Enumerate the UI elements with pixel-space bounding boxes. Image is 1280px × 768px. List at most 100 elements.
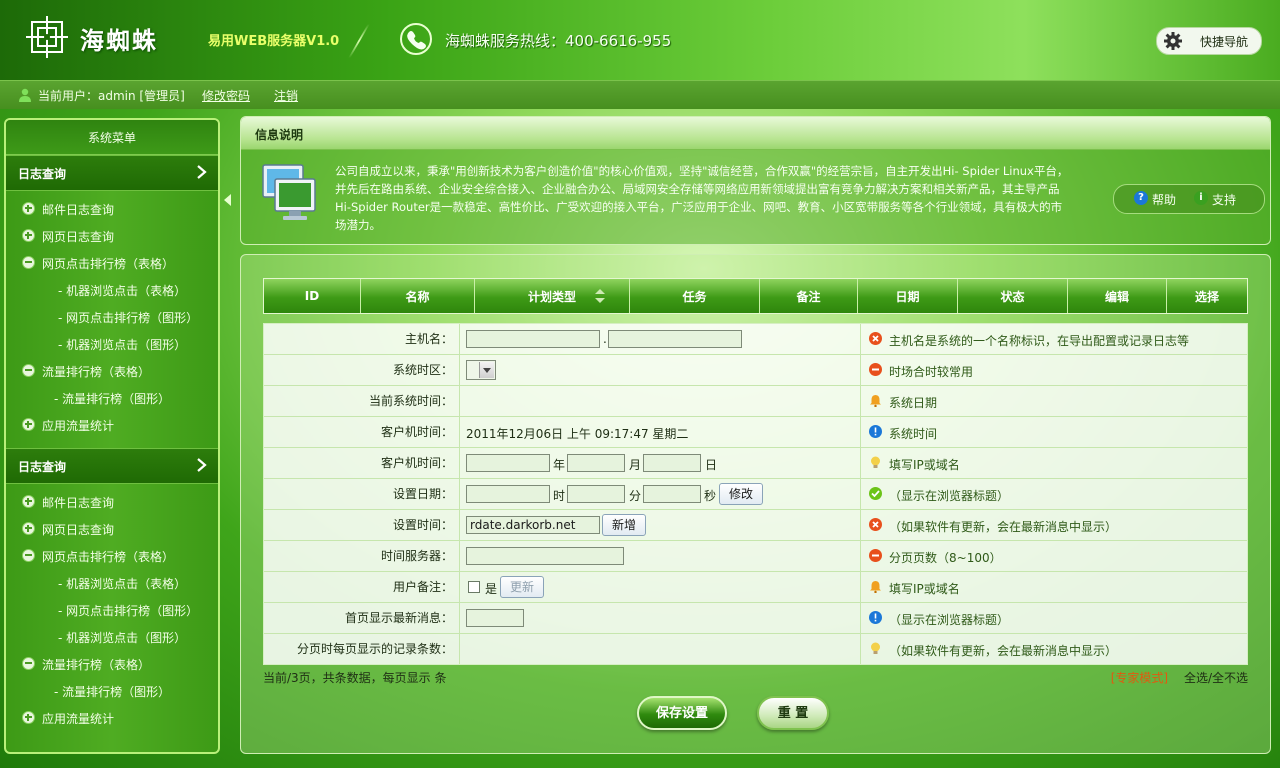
set-time-value: 新增 — [460, 510, 861, 540]
sidebar-group-header[interactable]: 日志查询 — [6, 448, 218, 484]
gear-icon — [1164, 32, 1182, 50]
tip-text: 分页页数（8~100） — [889, 551, 1002, 565]
column-header-task[interactable]: 任务 — [630, 279, 760, 313]
sidebar-item-label: - 机器浏览点击（图形） — [58, 631, 187, 645]
stop-minus-icon — [869, 363, 882, 376]
computer-monitor-icon — [262, 164, 316, 220]
column-header-plan-type[interactable]: 计划类型 — [475, 279, 630, 313]
form-row-time-server: 时间服务器： 分页页数（8~100） — [264, 541, 1247, 572]
sidebar-item-label: 网页点击排行榜（表格） — [42, 550, 175, 564]
timezone-select[interactable] — [466, 360, 496, 380]
yes-checkbox[interactable] — [468, 581, 480, 593]
sidebar-subitem[interactable]: - 网页点击排行榜（图形） — [6, 303, 218, 330]
sidebar-subitem[interactable]: - 机器浏览点击（图形） — [6, 623, 218, 650]
form-row-client-date: 客户机时间： 年 月 日 填写IP或域名 — [264, 448, 1247, 479]
sidebar-item[interactable]: 应用流量统计 — [6, 411, 218, 438]
sidebar-item-label: 应用流量统计 — [42, 712, 115, 726]
column-header-name[interactable]: 名称 — [361, 279, 475, 313]
main-panel: ID 名称 计划类型 任务 备注 日期 状态 编辑 选择 主机名： . 主机名是… — [240, 254, 1271, 754]
column-header-status[interactable]: 状态 — [958, 279, 1068, 313]
sidebar-subitem[interactable]: - 流量排行榜（图形） — [6, 384, 218, 411]
tip-text: 时场合时较常用 — [889, 365, 974, 379]
sidebar-subitem[interactable]: - 流量排行榜（图形） — [6, 677, 218, 704]
plus-circle-icon — [22, 711, 35, 724]
time-server-field[interactable] — [466, 547, 624, 565]
column-header-remark[interactable]: 备注 — [760, 279, 858, 313]
plus-circle-icon — [22, 418, 35, 431]
sidebar-item[interactable]: 流量排行榜（表格） — [6, 357, 218, 384]
tip-text: （如果软件有更新，会在最新消息中显示） — [889, 644, 1118, 658]
sidebar-subitem[interactable]: - 机器浏览点击（图形） — [6, 330, 218, 357]
hostname-tip: 主机名是系统的一个名称标识，在导出配置或记录日志等 — [861, 324, 1247, 354]
column-header-id[interactable]: ID — [264, 279, 361, 313]
year-input[interactable] — [466, 454, 550, 472]
day-input[interactable] — [643, 454, 701, 472]
add-button[interactable]: 新增 — [602, 514, 646, 536]
collapse-sidebar-icon[interactable] — [224, 194, 232, 206]
plus-circle-icon — [22, 229, 35, 242]
logout-link[interactable]: 注销 — [274, 87, 298, 104]
help-link[interactable]: 帮助 — [1152, 191, 1176, 208]
product-name: 易用WEB服务器V1.0 — [208, 34, 340, 49]
expert-mode-link[interactable]: [专家模式] — [1111, 671, 1168, 685]
sidebar-subitem[interactable]: - 网页点击排行榜（图形） — [6, 596, 218, 623]
lightbulb-icon — [871, 642, 880, 654]
sidebar-item[interactable]: 网页点击排行榜（表格） — [6, 249, 218, 276]
domain-input[interactable] — [608, 330, 742, 348]
save-settings-button[interactable]: 保存设置 — [637, 696, 727, 730]
update-button[interactable]: 更新 — [500, 576, 544, 598]
second-input[interactable] — [643, 485, 701, 503]
remark-tip: 填写IP或域名 — [861, 572, 1247, 602]
sidebar-item[interactable]: 网页日志查询 — [6, 222, 218, 249]
sidebar-item[interactable]: 邮件日志查询 — [6, 488, 218, 515]
plus-circle-icon — [22, 495, 35, 508]
tip-text: （显示在浏览器标题） — [889, 613, 1010, 627]
support-info-icon[interactable]: i — [1194, 191, 1208, 205]
client-date-value: 年 月 日 — [460, 448, 861, 478]
time-server-label: 时间服务器： — [264, 541, 460, 571]
sidebar-item[interactable]: 应用流量统计 — [6, 704, 218, 731]
sidebar-item-label: - 网页点击排行榜（图形） — [58, 311, 199, 325]
column-header-date[interactable]: 日期 — [858, 279, 958, 313]
sidebar-menu: 邮件日志查询 网页日志查询 网页点击排行榜（表格） - 机器浏览点击（表格） -… — [6, 191, 218, 438]
hostname-input[interactable] — [466, 330, 600, 348]
sidebar-subitem[interactable]: - 机器浏览点击（表格） — [6, 276, 218, 303]
sidebar-group-header[interactable]: 日志查询 — [6, 155, 218, 191]
hour-input[interactable] — [466, 485, 550, 503]
hotline-text: 海蜘蛛服务热线：400-6616-955 — [445, 32, 672, 50]
sidebar-item-label: 邮件日志查询 — [42, 203, 115, 217]
minute-label: 分 — [629, 489, 642, 503]
chevron-right-icon — [197, 165, 207, 179]
sort-icon[interactable] — [595, 289, 605, 303]
tip-text: （显示在浏览器标题） — [889, 489, 1010, 503]
time-server-value — [460, 541, 861, 571]
select-all-link[interactable]: 全选/全不选 — [1184, 671, 1248, 685]
time-server-input[interactable] — [466, 516, 600, 534]
sidebar-item[interactable]: 网页日志查询 — [6, 515, 218, 542]
sidebar-item[interactable]: 流量排行榜（表格） — [6, 650, 218, 677]
sidebar-item[interactable]: 邮件日志查询 — [6, 195, 218, 222]
month-input[interactable] — [567, 454, 625, 472]
chevron-right-icon — [197, 458, 207, 472]
timezone-label: 系统时区： — [264, 355, 460, 385]
quick-nav-button[interactable]: 快捷导航 — [1156, 27, 1262, 55]
column-header-edit[interactable]: 编辑 — [1068, 279, 1167, 313]
info-text-line: 场潜力。 — [335, 218, 381, 232]
news-input[interactable] — [466, 609, 524, 627]
support-link[interactable]: 支持 — [1212, 191, 1236, 208]
user-icon — [19, 88, 31, 102]
column-header-select[interactable]: 选择 — [1167, 279, 1247, 313]
sidebar-subitem[interactable]: - 机器浏览点击（表格） — [6, 569, 218, 596]
sidebar-item-label: - 流量排行榜（图形） — [54, 392, 171, 406]
sidebar-item[interactable]: 网页点击排行榜（表格） — [6, 542, 218, 569]
lightbulb-icon — [871, 456, 880, 468]
modify-button[interactable]: 修改 — [719, 483, 763, 505]
change-password-link[interactable]: 修改密码 — [202, 87, 250, 104]
minute-input[interactable] — [567, 485, 625, 503]
system-time-tip: 系统日期 — [861, 386, 1247, 416]
help-icon[interactable]: ? — [1134, 191, 1148, 205]
plus-circle-icon — [22, 522, 35, 535]
reset-button[interactable]: 重 置 — [757, 696, 829, 730]
bell-icon — [870, 581, 881, 593]
